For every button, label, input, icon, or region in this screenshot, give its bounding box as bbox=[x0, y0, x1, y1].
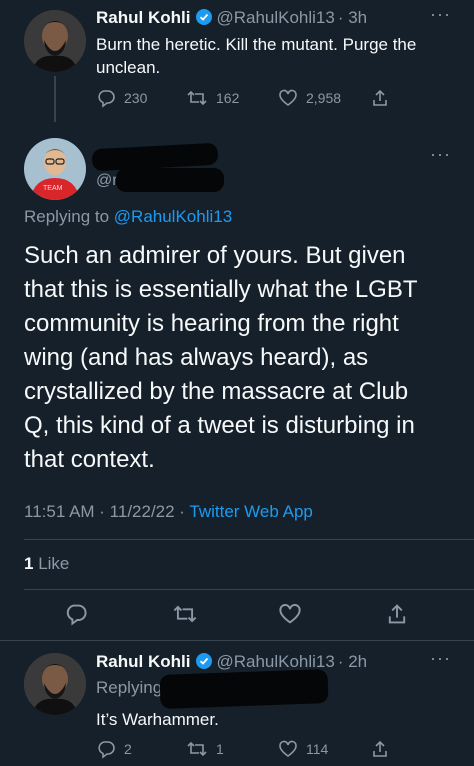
shirt-text: TEAM bbox=[43, 185, 63, 192]
reply-button[interactable]: 2 bbox=[96, 739, 132, 759]
divider bbox=[24, 589, 474, 590]
redacted-display-name bbox=[91, 142, 219, 172]
main-retweet-button[interactable] bbox=[172, 602, 198, 626]
reply-count: 2 bbox=[124, 741, 132, 757]
divider bbox=[24, 539, 474, 540]
tweet2-text: It’s Warhammer. bbox=[96, 710, 219, 729]
main-like-button[interactable] bbox=[278, 602, 302, 626]
retweet-icon bbox=[172, 602, 198, 626]
retweet-button[interactable]: 162 bbox=[186, 88, 239, 108]
tweet-timestamp: 11:51 AM · 11/22/22 · Twitter Web App bbox=[24, 502, 313, 522]
like-button[interactable]: 2,958 bbox=[278, 88, 341, 108]
like-count: 114 bbox=[306, 741, 329, 757]
replying-to: Replying to @RahulKohli13 bbox=[24, 207, 232, 227]
like-count: 2,958 bbox=[306, 90, 342, 106]
thread-line bbox=[54, 76, 56, 122]
reply-button[interactable]: 230 bbox=[96, 88, 147, 108]
retweet-button[interactable]: 1 bbox=[186, 739, 224, 759]
reply-count: 230 bbox=[124, 90, 148, 106]
replying-to-label: Replying to bbox=[24, 207, 114, 226]
tweet-text-line: that context. bbox=[24, 446, 155, 473]
tweet-text-line: unclean. bbox=[96, 58, 161, 77]
reply-icon bbox=[64, 602, 88, 626]
timestamp-text[interactable]: 11:51 AM · 11/22/22 · bbox=[24, 502, 189, 521]
tweet-time[interactable]: · 2h bbox=[338, 652, 367, 671]
tweet-text-line: Q, this kind of a tweet is disturbing in bbox=[24, 412, 415, 439]
share-button[interactable] bbox=[370, 739, 390, 759]
more-options-icon[interactable]: ··· bbox=[430, 144, 451, 165]
redacted-replying-handle bbox=[159, 669, 329, 709]
main-tweet-text: Such an admirer of yours. But given that… bbox=[24, 239, 418, 477]
share-icon bbox=[370, 739, 390, 759]
avatar-rahul-kohli[interactable] bbox=[24, 10, 86, 72]
more-options-icon[interactable]: ··· bbox=[430, 4, 451, 25]
tweet2-header: Rahul Kohli @RahulKohli13 · 2h bbox=[96, 652, 367, 672]
verified-badge-icon bbox=[196, 9, 213, 25]
main-reply-button[interactable] bbox=[64, 602, 88, 626]
tweet-text-line: wing (and has always heard), as bbox=[24, 344, 369, 371]
tweet-text-line: that this is essentially what the LGBT bbox=[24, 276, 418, 303]
tweet-text-line: Burn the heretic. Kill the mutant. Purge… bbox=[96, 35, 417, 54]
tweet-time[interactable]: · 3h bbox=[338, 8, 367, 27]
heart-icon bbox=[278, 602, 302, 626]
avatar-rahul-kohli[interactable] bbox=[24, 653, 86, 715]
reply-icon bbox=[96, 739, 116, 759]
share-button[interactable] bbox=[370, 88, 390, 108]
replying-to-handle[interactable]: @RahulKohli13 bbox=[114, 207, 232, 226]
author-name[interactable]: Rahul Kohli bbox=[96, 652, 190, 671]
share-icon bbox=[370, 88, 390, 108]
verified-badge-icon bbox=[196, 653, 213, 669]
main-share-button[interactable] bbox=[385, 602, 409, 626]
divider bbox=[0, 640, 474, 641]
retweet-icon bbox=[186, 739, 208, 759]
like-stat[interactable]: 1 Like bbox=[24, 554, 69, 574]
reply-icon bbox=[96, 88, 116, 108]
tweet-text-line: Such an admirer of yours. But given bbox=[24, 242, 406, 269]
retweet-count: 162 bbox=[216, 90, 240, 106]
author-handle[interactable]: @RahulKohli13 bbox=[216, 8, 334, 27]
redacted-handle bbox=[116, 168, 224, 192]
tweet-text-line: community is hearing from the right bbox=[24, 310, 399, 337]
author-handle[interactable]: @r bbox=[96, 172, 118, 190]
heart-icon bbox=[278, 739, 298, 759]
tweet-text-line: crystallized by the massacre at Club bbox=[24, 378, 409, 405]
share-icon bbox=[385, 602, 409, 626]
tweet1-text: Burn the heretic. Kill the mutant. Purge… bbox=[96, 33, 416, 79]
author-handle[interactable]: @RahulKohli13 bbox=[216, 652, 334, 671]
like-stat-label: Like bbox=[33, 554, 70, 573]
tweet1-header: Rahul Kohli @RahulKohli13 · 3h bbox=[96, 8, 367, 28]
retweet-icon bbox=[186, 88, 208, 108]
heart-icon bbox=[278, 88, 298, 108]
retweet-count: 1 bbox=[216, 741, 224, 757]
avatar-main-user[interactable]: TEAM bbox=[24, 138, 86, 200]
author-name[interactable]: Rahul Kohli bbox=[96, 8, 190, 27]
more-options-icon[interactable]: ··· bbox=[430, 648, 451, 669]
like-button[interactable]: 114 bbox=[278, 739, 328, 759]
tweet-source[interactable]: Twitter Web App bbox=[189, 502, 312, 521]
